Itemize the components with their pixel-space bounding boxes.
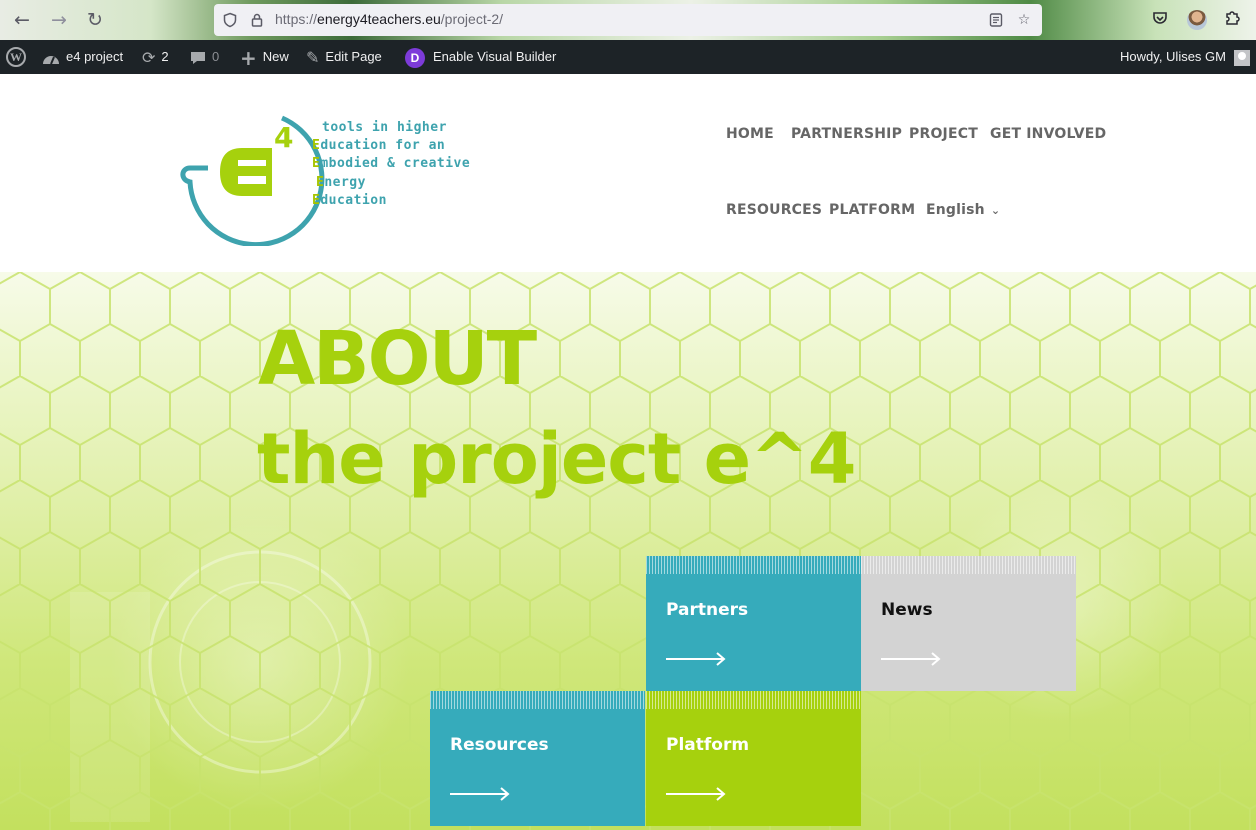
shield-icon[interactable] [222, 12, 238, 28]
logo-line-5: Education [312, 193, 387, 208]
arrow-right-icon [881, 652, 941, 666]
account-avatar[interactable] [1187, 10, 1207, 30]
howdy-label: Howdy, Ulises GM [1120, 49, 1226, 64]
dashboard-gauge-icon [42, 41, 60, 75]
tile-news-label: News [881, 600, 933, 620]
visual-builder-label: Enable Visual Builder [433, 49, 557, 64]
tile-platform[interactable]: Platform [646, 691, 861, 826]
user-avatar-icon [1234, 49, 1250, 66]
wp-admin-bar: W e4 project ⟳ 2 0 + New ✎ Edit Page D Enabl… [0, 40, 1256, 74]
arrow-right-icon [450, 787, 510, 801]
plus-icon: + [240, 45, 257, 70]
comment-bubble-icon [190, 41, 206, 75]
url-text[interactable]: https://energy4teachers.eu/project-2/ [275, 11, 503, 27]
bookmark-star-icon[interactable]: ☆ [1016, 12, 1032, 28]
admin-new[interactable]: + New [240, 40, 289, 74]
new-label: New [262, 49, 289, 64]
edit-page-label: Edit Page [325, 49, 382, 64]
url-domain: energy4teachers.eu [317, 11, 441, 27]
comments-count: 0 [212, 49, 220, 64]
logo-line-2: Education for an [312, 138, 445, 153]
admin-account[interactable]: Howdy, Ulises GM [1120, 40, 1250, 74]
url-path: /project-2/ [440, 11, 504, 27]
admin-edit-page[interactable]: ✎ Edit Page [306, 40, 382, 74]
admin-site-name[interactable]: e4 project [42, 40, 123, 74]
tile-partners-label: Partners [666, 600, 749, 620]
logo-line-4-rest: nergy [324, 175, 366, 190]
updates-refresh-icon: ⟳ [142, 47, 156, 67]
chevron-down-icon: ⌄ [990, 204, 1001, 217]
menu-resources[interactable]: RESOURCES [726, 202, 822, 218]
admin-site-name-label: e4 project [66, 49, 124, 64]
pocket-icon[interactable] [1149, 9, 1171, 31]
tile-resources-label: Resources [450, 735, 549, 755]
divi-logo-icon: D [405, 47, 425, 68]
menu-partnership[interactable]: PARTNERSHIP [791, 126, 902, 142]
admin-visual-builder[interactable]: D Enable Visual Builder [405, 40, 556, 74]
tile-news[interactable]: News [861, 556, 1076, 691]
hero-title-line-2: the project e^4 [257, 418, 856, 500]
e4-logo-icon: 4 [180, 115, 325, 246]
tile-partners[interactable]: Partners [646, 556, 861, 691]
lock-icon[interactable] [249, 12, 265, 28]
menu-language[interactable]: English ⌄ [926, 202, 1000, 218]
menu-project[interactable]: PROJECT [909, 126, 978, 142]
tile-resources[interactable]: Resources [430, 691, 645, 826]
logo-line-2-rest: ducation for an [320, 138, 446, 153]
menu-language-label: English [926, 202, 985, 218]
logo-line-5-rest: ducation [320, 193, 387, 208]
logo-line-1: tools in higher [322, 120, 447, 135]
reader-view-icon[interactable] [988, 12, 1004, 28]
back-arrow-icon[interactable]: ← [10, 8, 34, 32]
hero-section: ABOUT the project e^4 Partners News Reso… [0, 272, 1256, 830]
svg-text:4: 4 [274, 121, 293, 154]
reload-icon[interactable]: ↻ [83, 8, 107, 32]
hero-title-line-1: ABOUT [258, 316, 537, 402]
menu-get-involved[interactable]: GET INVOLVED [990, 126, 1106, 142]
url-prefix: https:// [275, 11, 318, 27]
updates-count: 2 [161, 49, 169, 64]
extensions-puzzle-icon[interactable] [1221, 9, 1243, 31]
admin-comments[interactable]: 0 [190, 40, 219, 74]
address-bar[interactable]: https://energy4teachers.eu/project-2/ ☆ [214, 4, 1042, 36]
site-logo[interactable]: 4 tools in higher Education for an Embod… [178, 102, 498, 246]
arrow-right-icon [666, 652, 726, 666]
wordpress-logo-icon[interactable]: W [6, 47, 26, 67]
tile-platform-label: Platform [666, 735, 750, 755]
logo-line-3-rest: mbodied & creative [320, 156, 471, 171]
menu-platform[interactable]: PLATFORM [829, 202, 915, 218]
menu-home[interactable]: HOME [726, 126, 774, 142]
site-header: 4 tools in higher Education for an Embod… [0, 74, 1256, 272]
browser-toolbar: ← → ↻ https://energy4teachers.eu/project… [0, 0, 1256, 40]
logo-line-3: Embodied & creative [312, 156, 470, 171]
pencil-icon: ✎ [306, 47, 320, 67]
forward-arrow-icon[interactable]: → [47, 8, 71, 32]
logo-line-4: Energy [316, 175, 366, 190]
arrow-right-icon [666, 787, 726, 801]
admin-updates[interactable]: ⟳ 2 [142, 40, 169, 74]
